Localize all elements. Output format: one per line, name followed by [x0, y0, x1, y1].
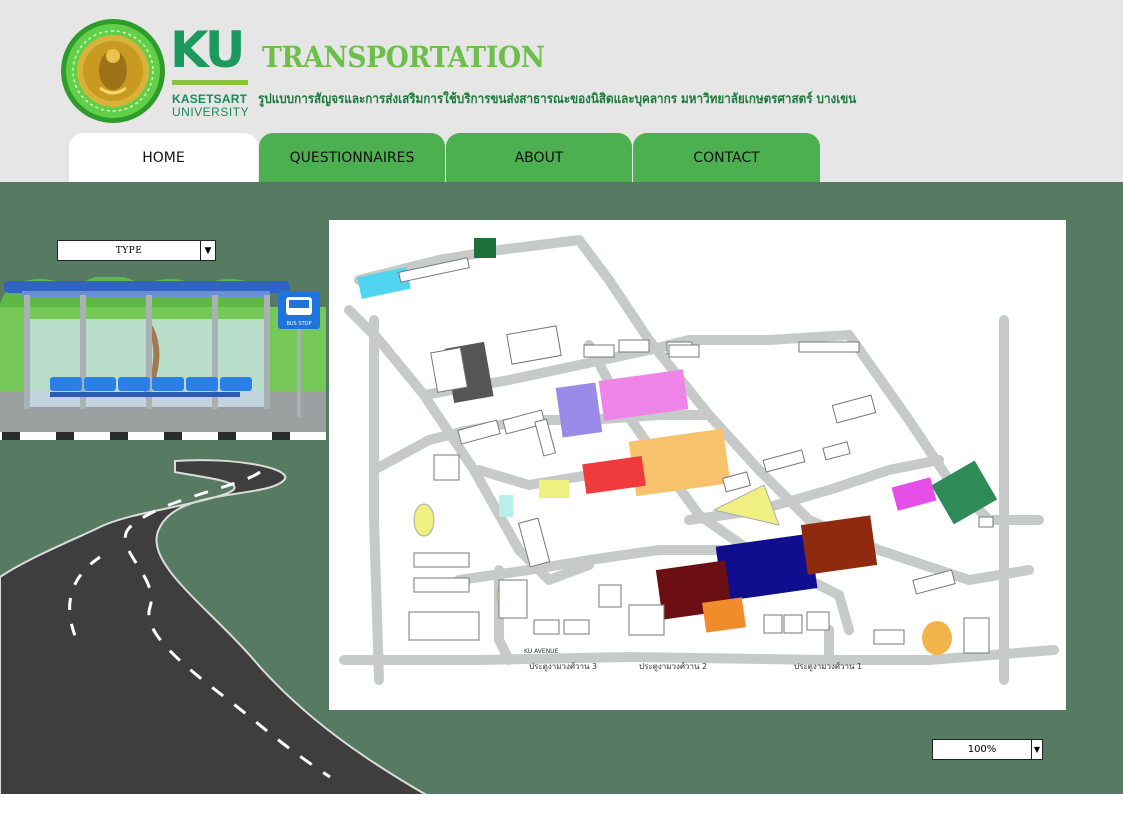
- chevron-down-icon[interactable]: ▼: [200, 241, 215, 260]
- tab-home[interactable]: HOME: [69, 133, 258, 183]
- campus-map[interactable]: ประตูงามวงศ์วาน 3 ประตูงามวงศ์วาน 2 ประต…: [329, 220, 1066, 710]
- ku-logo-name-line1: KASETSART: [172, 92, 248, 106]
- ku-logo-bar: [172, 80, 248, 85]
- site-header: KU KASETSART UNIVERSITY TRANSPORTATION ร…: [0, 0, 1123, 183]
- bus-icon: BUS STOP: [278, 291, 320, 329]
- tab-questionnaires[interactable]: QUESTIONNAIRES: [259, 133, 445, 183]
- campus-map-svg: ประตูงามวงศ์วาน 3 ประตูงามวงศ์วาน 2 ประต…: [339, 235, 1059, 685]
- tab-about[interactable]: ABOUT: [446, 133, 632, 183]
- chevron-down-icon[interactable]: ▼: [1031, 740, 1042, 759]
- tab-contact[interactable]: CONTACT: [633, 133, 820, 183]
- type-select[interactable]: TYPE ▼: [57, 240, 216, 261]
- zoom-select[interactable]: 100% ▼: [932, 739, 1043, 760]
- site-subtitle: รูปแบบการสัญจรและการส่งเสริมการใช้บริการ…: [258, 92, 857, 107]
- road-label: KU AVENUE: [524, 648, 559, 655]
- university-seal-icon: [61, 19, 165, 123]
- zoom-select-value: 100%: [967, 744, 997, 755]
- gate-label-2: ประตูงามวงศ์วาน 2: [639, 661, 707, 672]
- ku-logo-letters: KU: [170, 21, 245, 79]
- type-select-value: TYPE: [115, 245, 143, 256]
- main-content: BUS STOP ประตูงามวงศ์วาน 3 ประตูงามวงศ์ว…: [0, 182, 1123, 794]
- page: KU KASETSART UNIVERSITY TRANSPORTATION ร…: [0, 0, 1123, 837]
- site-title: TRANSPORTATION: [262, 40, 545, 74]
- bus-stop-sign-label: BUS STOP: [286, 321, 311, 327]
- ku-logo[interactable]: KU KASETSART UNIVERSITY: [170, 22, 252, 120]
- gate-label-3: ประตูงามวงศ์วาน 3: [529, 661, 597, 672]
- ku-logo-name-line2: UNIVERSITY: [172, 105, 250, 119]
- gate-label-1: ประตูงามวงศ์วาน 1: [794, 661, 862, 672]
